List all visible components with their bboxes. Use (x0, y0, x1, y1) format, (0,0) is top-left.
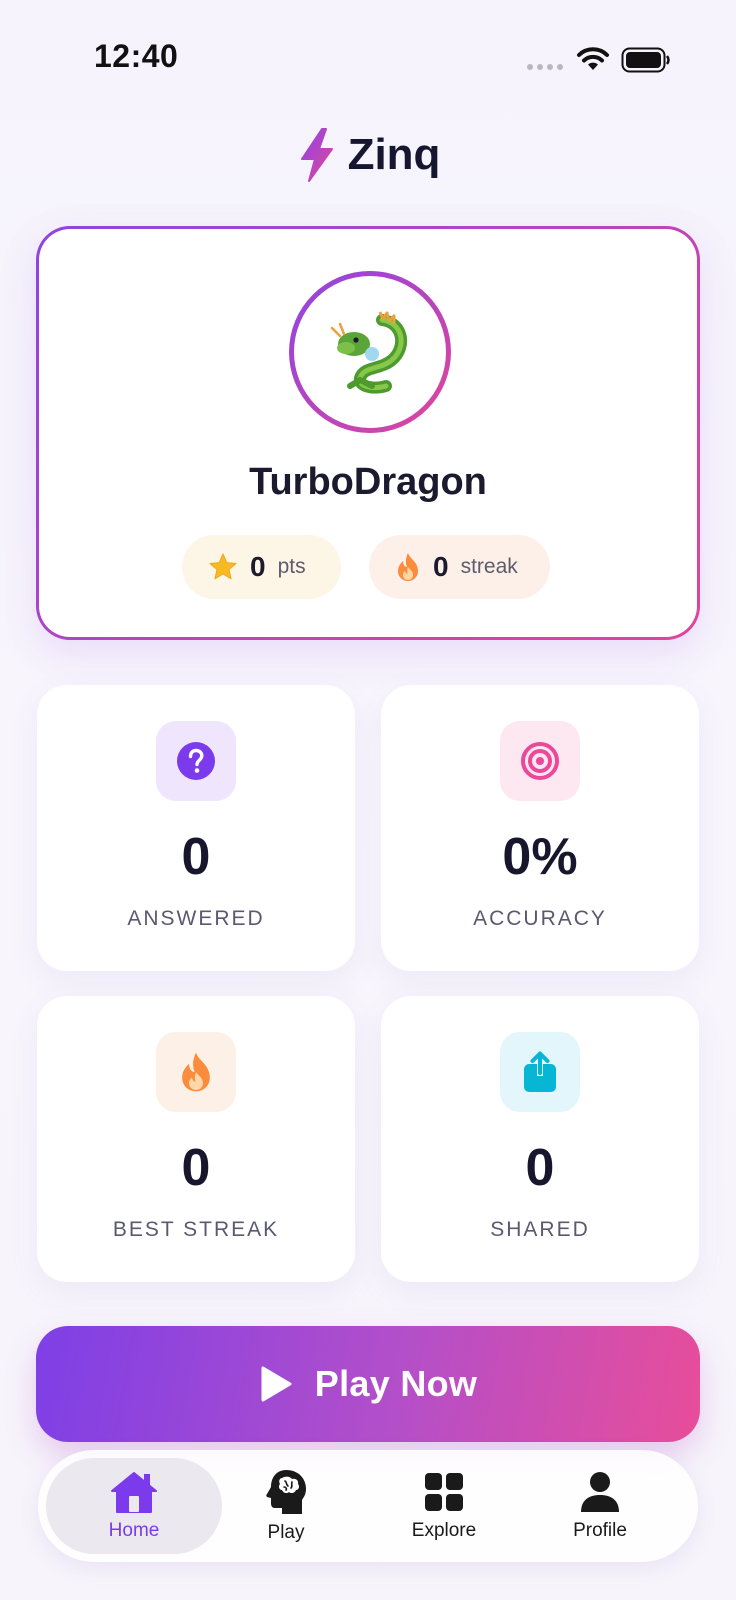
streak-value: 0 (433, 551, 449, 582)
stat-icon-container (156, 1032, 236, 1112)
stat-card-best-streak: 0 BEST STREAK (37, 996, 355, 1282)
wifi-icon (577, 47, 609, 70)
status-bar: 12:40 (0, 0, 736, 120)
lightning-bolt-icon (300, 128, 333, 182)
stat-value: 0 (525, 1139, 555, 1197)
house-icon (111, 1472, 157, 1513)
stat-label: BEST STREAK (112, 1218, 280, 1241)
stat-label: SHARED (490, 1218, 590, 1241)
star-icon (209, 553, 237, 580)
play-now-button[interactable]: Play Now (36, 1326, 700, 1442)
target-icon (521, 742, 559, 780)
flame-icon (182, 1052, 210, 1092)
points-badge: 0 pts (182, 535, 341, 599)
stat-value: 0 (181, 828, 211, 886)
stat-icon-container (156, 721, 236, 801)
app-header: Zinq (0, 124, 736, 186)
streak-badge: 0 streak (369, 535, 550, 599)
tab-label: Home (108, 1520, 160, 1541)
profile-card: TurboDragon 0 pts 0 streak (36, 226, 700, 640)
play-now-label: Play Now (314, 1363, 478, 1404)
stat-card-shared: 0 SHARED (381, 996, 699, 1282)
dragon-emoji-icon (330, 311, 407, 394)
tab-play[interactable]: Play (198, 1458, 374, 1554)
tab-profile[interactable]: Profile (512, 1458, 688, 1554)
stat-value: 0% (502, 828, 578, 886)
tab-home[interactable]: Home (46, 1458, 222, 1554)
battery-icon (621, 47, 670, 73)
cellular-signal-icon (527, 64, 563, 70)
stat-card-answered: 0 ANSWERED (37, 685, 355, 971)
avatar[interactable] (289, 271, 451, 433)
play-icon (261, 1366, 292, 1402)
tab-label: Explore (411, 1520, 477, 1541)
points-unit: pts (277, 555, 306, 578)
username: TurboDragon (249, 461, 487, 503)
stat-label: ANSWERED (127, 907, 265, 930)
person-icon (581, 1472, 619, 1512)
tab-explore[interactable]: Explore (356, 1458, 532, 1554)
bottom-tab-bar: Home Play Explore Profile (38, 1450, 698, 1562)
stat-card-accuracy: 0% ACCURACY (381, 685, 699, 971)
stat-label: ACCURACY (473, 907, 607, 930)
flame-icon (398, 553, 418, 581)
status-time: 12:40 (94, 38, 179, 74)
stat-value: 0 (181, 1139, 211, 1197)
stat-icon-container (500, 721, 580, 801)
share-icon (524, 1050, 556, 1092)
grid-icon (425, 1473, 463, 1511)
brain-head-icon (266, 1470, 306, 1514)
streak-unit: streak (460, 555, 518, 578)
tab-label: Play (267, 1522, 305, 1543)
app-title: Zinq (347, 130, 441, 179)
points-value: 0 (250, 551, 266, 582)
tab-label: Profile (573, 1520, 627, 1541)
question-icon (177, 742, 215, 780)
stat-icon-container (500, 1032, 580, 1112)
